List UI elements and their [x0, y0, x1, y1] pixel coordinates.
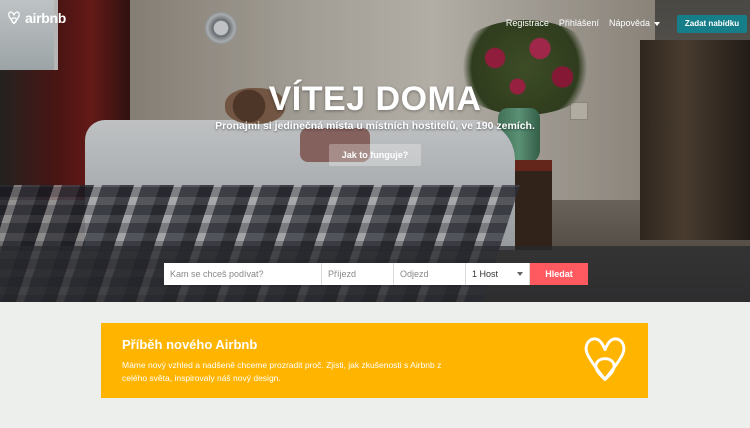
nav-register-link[interactable]: Registrace: [506, 18, 549, 28]
promo-text: Máme nový vzhled a nadšeně chceme prozra…: [122, 360, 442, 383]
promo-title: Příběh nového Airbnb: [122, 337, 258, 352]
checkout-date-input[interactable]: Odjezd: [394, 263, 466, 285]
airbnb-belo-icon: [8, 11, 20, 25]
nav-help-label: Nápověda: [608, 18, 650, 28]
airbnb-logo[interactable]: airbnb: [6, 10, 66, 26]
new-airbnb-story-banner[interactable]: Příběh nového Airbnb Máme nový vzhled a …: [101, 323, 648, 398]
how-it-works-button[interactable]: Jak to funguje?: [329, 144, 421, 166]
list-your-space-button[interactable]: Zadat nabídku: [677, 15, 747, 33]
search-where-input[interactable]: Kam se chceš podívat?: [164, 263, 322, 285]
nav-login-link[interactable]: Přihlášení: [559, 18, 599, 28]
chevron-down-icon: [517, 272, 523, 276]
search-bar: Kam se chceš podívat? Příjezd Odjezd 1 H…: [164, 263, 588, 285]
search-button[interactable]: Hledat: [530, 263, 588, 285]
hero-subline: Pronajmi si jedinečná místa u místních h…: [215, 120, 535, 132]
chevron-down-icon: [654, 21, 660, 26]
guests-select[interactable]: 1 Host: [466, 263, 530, 285]
guests-value: 1 Host: [472, 269, 499, 279]
top-nav: Registrace Přihlášení Nápověda: [506, 18, 660, 28]
logo-wordmark: airbnb: [25, 10, 66, 26]
hero-headline: VÍTEJ DOMA: [268, 80, 482, 118]
checkin-date-input[interactable]: Příjezd: [322, 263, 394, 285]
airbnb-belo-icon: [584, 337, 626, 381]
nav-help-link[interactable]: Nápověda: [609, 18, 660, 28]
